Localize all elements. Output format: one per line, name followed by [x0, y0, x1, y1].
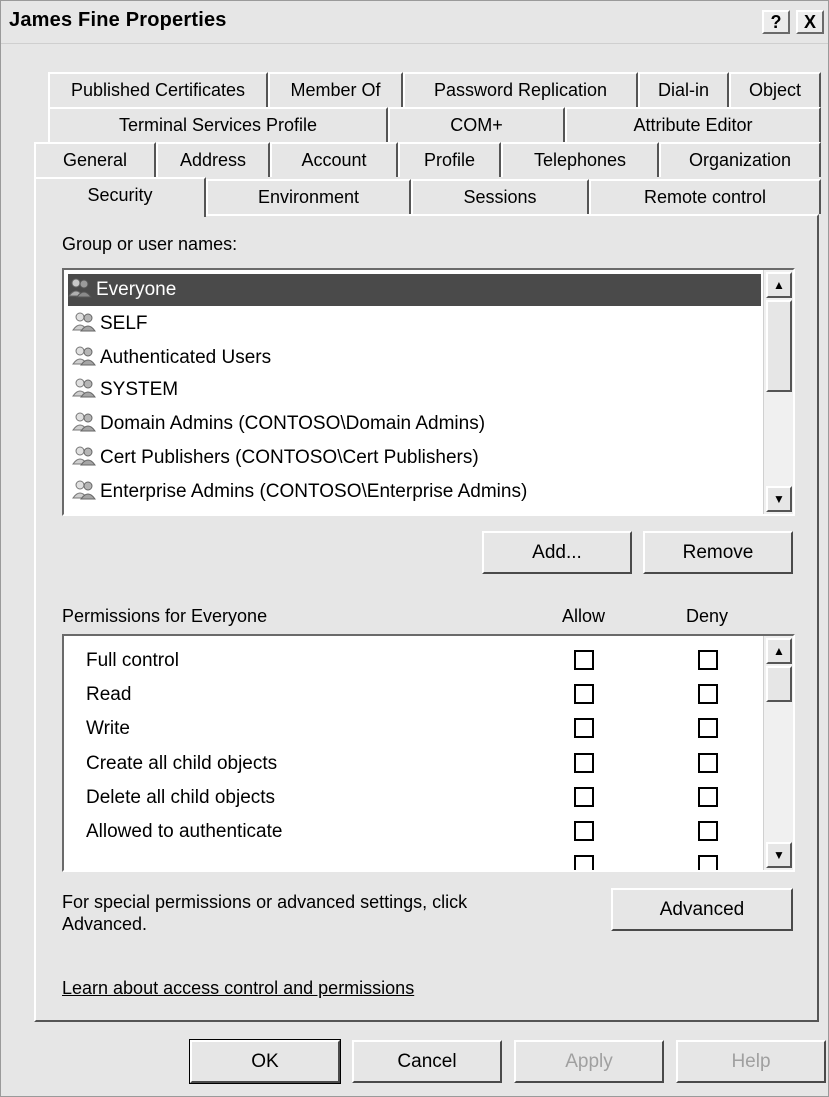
allow-checkbox[interactable]	[574, 718, 594, 738]
tab-telephones[interactable]: Telephones	[501, 142, 659, 177]
tab-member-of[interactable]: Member Of	[268, 72, 403, 107]
deny-checkbox[interactable]	[698, 821, 718, 841]
user-name: SYSTEM	[100, 379, 179, 400]
add-button[interactable]: Add...	[482, 531, 632, 574]
tab-password-replication[interactable]: Password Replication	[403, 72, 638, 107]
tab-security[interactable]: Security	[34, 177, 206, 217]
permission-row-allowed-to-authenticate: Allowed to authenticate	[64, 815, 793, 850]
tab-com-plus[interactable]: COM+	[388, 107, 565, 142]
user-group-icon	[72, 446, 96, 466]
tab-organization[interactable]: Organization	[659, 142, 821, 177]
tab-environment[interactable]: Environment	[206, 179, 411, 214]
tab-address[interactable]: Address	[156, 142, 270, 177]
special-permissions-text: For special permissions or advanced sett…	[62, 892, 468, 912]
allow-checkbox[interactable]	[574, 753, 594, 773]
deny-checkbox[interactable]	[698, 753, 718, 773]
tab-published-certificates[interactable]: Published Certificates	[48, 72, 268, 107]
scroll-thumb[interactable]	[766, 300, 792, 392]
deny-checkbox[interactable]	[698, 855, 718, 870]
permission-name: Create all child objects	[86, 753, 278, 774]
window-title: James Fine Properties	[9, 9, 227, 31]
tab-terminal-services-profile[interactable]: Terminal Services Profile	[48, 107, 388, 142]
permission-name: Delete all child objects	[86, 787, 276, 808]
user-group-icon	[72, 346, 96, 366]
allow-header: Allow	[562, 606, 606, 626]
deny-checkbox[interactable]	[698, 650, 718, 670]
user-row-authenticated-users[interactable]: Authenticated Users	[72, 342, 271, 374]
permissions-scrollbar[interactable]: ▲ ▼	[763, 636, 793, 870]
deny-checkbox[interactable]	[698, 684, 718, 704]
apply-button[interactable]: Apply	[514, 1040, 664, 1083]
user-name: Cert Publishers (CONTOSO\Cert Publishers…	[100, 447, 479, 468]
permission-row-delete-all-child-objects: Delete all child objects	[64, 781, 793, 816]
tab-sessions[interactable]: Sessions	[411, 179, 589, 214]
allow-checkbox[interactable]	[574, 821, 594, 841]
advanced-button[interactable]: Advanced	[611, 888, 793, 931]
user-group-icon	[72, 412, 96, 432]
tab-remote-control[interactable]: Remote control	[589, 179, 821, 214]
permission-row-create-all-child-objects: Create all child objects	[64, 747, 793, 782]
scroll-down-arrow-icon[interactable]: ▼	[766, 486, 792, 512]
close-button[interactable]: X	[796, 10, 824, 34]
permission-row-partial	[64, 849, 793, 870]
scroll-up-arrow-icon[interactable]: ▲	[766, 272, 792, 298]
scroll-up-arrow-icon[interactable]: ▲	[766, 638, 792, 664]
user-group-icon	[68, 278, 92, 298]
deny-checkbox[interactable]	[698, 718, 718, 738]
user-row-self[interactable]: SELF	[72, 308, 148, 340]
permission-name: Allowed to authenticate	[86, 821, 283, 842]
cancel-button[interactable]: Cancel	[352, 1040, 502, 1083]
user-row-enterprise-admins[interactable]: Enterprise Admins (CONTOSO\Enterprise Ad…	[72, 476, 527, 508]
learn-more-link[interactable]: Learn about access control and permissio…	[62, 978, 414, 999]
deny-checkbox[interactable]	[698, 787, 718, 807]
user-name: SELF	[100, 313, 148, 334]
permission-name: Read	[86, 684, 132, 705]
tab-account[interactable]: Account	[270, 142, 398, 177]
user-row-domain-admins[interactable]: Domain Admins (CONTOSO\Domain Admins)	[72, 408, 485, 440]
user-group-icon	[72, 378, 96, 398]
user-listbox[interactable]: Everyone SELF Authenticated Users SYSTEM…	[62, 268, 795, 516]
help-footer-button[interactable]: Help	[676, 1040, 826, 1083]
user-row-system[interactable]: SYSTEM	[72, 374, 178, 406]
permissions-listbox[interactable]: Full control Read Write Create all child…	[62, 634, 795, 872]
user-row-everyone[interactable]: Everyone	[68, 274, 761, 306]
remove-button[interactable]: Remove	[643, 531, 793, 574]
allow-checkbox[interactable]	[574, 855, 594, 870]
user-group-icon	[72, 480, 96, 500]
permission-name: Full control	[86, 650, 179, 671]
tab-general[interactable]: General	[34, 142, 156, 177]
deny-header: Deny	[686, 606, 729, 626]
permission-name: Write	[86, 718, 130, 739]
tab-profile[interactable]: Profile	[398, 142, 501, 177]
title-bar: James Fine Properties ? X	[1, 1, 828, 44]
help-button[interactable]: ?	[762, 10, 790, 34]
user-name: Enterprise Admins (CONTOSO\Enterprise Ad…	[100, 481, 528, 502]
tab-dial-in[interactable]: Dial-in	[638, 72, 729, 107]
scroll-down-arrow-icon[interactable]: ▼	[766, 842, 792, 868]
scroll-thumb[interactable]	[766, 666, 792, 702]
user-name: Domain Admins (CONTOSO\Domain Admins)	[100, 413, 486, 434]
security-panel: Group or user names: Everyone SELF Authe…	[34, 214, 819, 1022]
permission-row-write: Write	[64, 712, 793, 747]
tab-object[interactable]: Object	[729, 72, 821, 107]
user-list-scrollbar[interactable]: ▲ ▼	[763, 270, 793, 514]
permissions-label: Permissions for Everyone	[62, 606, 268, 626]
allow-checkbox[interactable]	[574, 684, 594, 704]
permission-row-read: Read	[64, 678, 793, 713]
tab-attribute-editor[interactable]: Attribute Editor	[565, 107, 821, 142]
allow-checkbox[interactable]	[574, 650, 594, 670]
user-row-cert-publishers[interactable]: Cert Publishers (CONTOSO\Cert Publishers…	[72, 442, 479, 474]
group-names-label: Group or user names:	[62, 234, 238, 254]
permission-row-full-control: Full control	[64, 644, 793, 679]
user-group-icon	[72, 312, 96, 332]
user-name: Everyone	[96, 279, 177, 300]
ok-button[interactable]: OK	[189, 1039, 341, 1084]
properties-dialog: James Fine Properties ? X Published Cert…	[0, 0, 829, 1097]
special-permissions-text-2: Advanced.	[62, 914, 148, 934]
allow-checkbox[interactable]	[574, 787, 594, 807]
user-name: Authenticated Users	[100, 347, 272, 368]
